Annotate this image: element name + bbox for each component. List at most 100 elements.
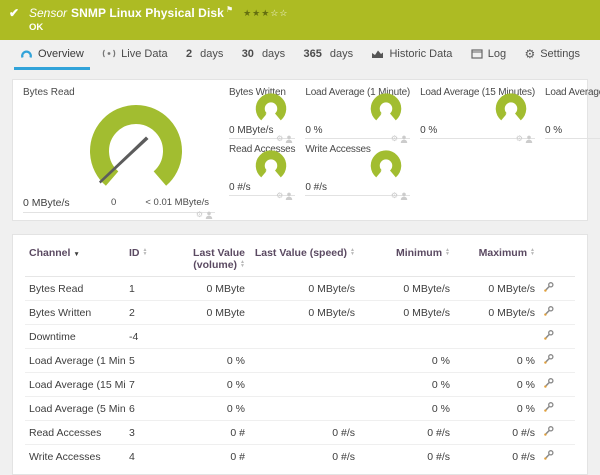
- empty-gauge-slot: [545, 144, 600, 196]
- column-header-channel[interactable]: Channel ▼: [25, 239, 125, 277]
- gauge-current-value: 0 #/s: [305, 182, 328, 193]
- gauge-needle: [265, 161, 276, 172]
- cell-id: -4: [125, 324, 167, 349]
- tab-365-days[interactable]: 365 days: [298, 40, 360, 70]
- gauge-scale-max: < 0.01 MByte/s: [145, 197, 209, 208]
- cell-last-value-speed: [249, 372, 359, 397]
- sort-icon: ▲ ▼: [530, 247, 535, 257]
- channel-settings-wrench-icon[interactable]: [543, 281, 555, 293]
- gauge-load-average-15min[interactable]: Load Average (15 Minutes) 0 % ⚙: [420, 87, 535, 143]
- gear-icon[interactable]: ⚙: [516, 135, 523, 143]
- user-icon[interactable]: [400, 135, 408, 143]
- tab-label: days: [261, 47, 286, 60]
- column-header-last-value-volume[interactable]: Last Value (volume) ▲ ▼: [167, 239, 249, 277]
- tab-2-days[interactable]: 2 days: [180, 40, 229, 70]
- channels-table: Channel ▼ ID ▲ ▼ Last Value (volume) ▲ ▼ Last…: [25, 239, 575, 468]
- cell-channel[interactable]: Bytes Read: [25, 276, 125, 301]
- log-icon: [471, 48, 483, 59]
- gauge-needle: [265, 104, 276, 115]
- column-header-minimum[interactable]: Minimum ▲ ▼: [359, 239, 454, 277]
- small-gauge-dial: [370, 150, 402, 178]
- empty-gauge-slot: [420, 144, 535, 196]
- cell-last-value-volume: [167, 324, 249, 349]
- tab-label: Live Data: [121, 47, 168, 60]
- cell-channel[interactable]: Read Accesses: [25, 420, 125, 445]
- column-header-maximum[interactable]: Maximum ▲ ▼: [454, 239, 539, 277]
- gauge-write-accesses[interactable]: Write Accesses 0 #/s ⚙: [305, 144, 411, 200]
- gear-icon[interactable]: ⚙: [196, 211, 203, 219]
- user-icon[interactable]: [400, 192, 408, 200]
- channel-settings-wrench-icon[interactable]: [543, 305, 555, 317]
- tab-label: Overview: [38, 47, 84, 60]
- gauge-current-value: 0 #/s: [229, 182, 251, 193]
- gauge-load-average-5min[interactable]: Load Average (5 Minutes) 0 % ⚙: [544, 87, 600, 139]
- channels-panel: Channel ▼ ID ▲ ▼ Last Value (volume) ▲ ▼ Last…: [12, 234, 588, 475]
- gauge-bytes-written[interactable]: Bytes Written 0 MByte/s ⚙: [229, 87, 296, 143]
- user-icon[interactable]: [205, 211, 213, 219]
- tab-30-days[interactable]: 30 days: [236, 40, 292, 70]
- live-data-icon: [102, 49, 116, 57]
- table-row[interactable]: Write Accesses 4 0 # 0 #/s 0 #/s 0 #/s: [25, 445, 575, 469]
- user-icon[interactable]: [525, 135, 533, 143]
- gauge-label: Bytes Read: [23, 87, 75, 98]
- cell-minimum: 0 %: [359, 372, 454, 397]
- cell-last-value-volume: 0 %: [167, 348, 249, 373]
- gauge-scale-min: 0: [111, 197, 117, 208]
- gauge-load-average-1min[interactable]: Load Average (1 Minute) 0 % ⚙: [305, 87, 410, 143]
- table-row[interactable]: Load Average (1 Min... 5 0 % 0 % 0 %: [25, 348, 575, 373]
- bytes-read-gauge-dial: [90, 105, 182, 186]
- tab-label: Settings: [540, 47, 580, 60]
- tab-settings[interactable]: ⚙ Settings: [518, 40, 586, 70]
- cell-id: 7: [125, 372, 167, 397]
- table-row[interactable]: Downtime -4: [25, 324, 575, 349]
- table-row[interactable]: Load Average (5 Min... 6 0 % 0 % 0 %: [25, 396, 575, 421]
- table-row[interactable]: Read Accesses 3 0 # 0 #/s 0 #/s 0 #/s: [25, 420, 575, 445]
- table-row[interactable]: Bytes Read 1 0 MByte 0 MByte/s 0 MByte/s…: [25, 276, 575, 301]
- column-header-id[interactable]: ID ▲ ▼: [125, 239, 167, 277]
- cell-channel[interactable]: Bytes Written: [25, 300, 125, 325]
- channel-settings-wrench-icon[interactable]: [543, 449, 555, 461]
- channel-settings-wrench-icon[interactable]: [543, 353, 555, 365]
- cell-channel[interactable]: Load Average (1 Min...: [25, 348, 125, 373]
- cell-maximum: 0 MByte/s: [454, 300, 539, 325]
- priority-rating[interactable]: ★★★☆☆: [243, 6, 288, 20]
- gear-icon[interactable]: ⚙: [276, 192, 283, 200]
- gauge-needle: [380, 104, 391, 115]
- cell-channel[interactable]: Load Average (15 Mi...: [25, 372, 125, 397]
- cell-channel[interactable]: Write Accesses: [25, 445, 125, 469]
- channel-settings-wrench-icon[interactable]: [543, 329, 555, 341]
- cell-last-value-speed: [249, 396, 359, 421]
- channel-settings-wrench-icon[interactable]: [543, 401, 555, 413]
- channel-settings-wrench-icon[interactable]: [543, 425, 555, 437]
- tab-label: days: [329, 47, 354, 60]
- tab-overview[interactable]: Overview: [14, 40, 90, 70]
- cell-channel[interactable]: Load Average (5 Min...: [25, 396, 125, 421]
- cell-id: 6: [125, 396, 167, 421]
- cell-maximum: 0 %: [454, 372, 539, 397]
- sort-desc-icon: ▼: [73, 251, 80, 258]
- user-icon[interactable]: [285, 135, 293, 143]
- sort-icon: ▲ ▼: [240, 259, 245, 269]
- gauge-current-value: 0 %: [420, 125, 438, 136]
- gauge-needle: [505, 104, 516, 115]
- gauge-needle: [380, 161, 391, 172]
- table-row[interactable]: Bytes Written 2 0 MByte 0 MByte/s 0 MByt…: [25, 300, 575, 325]
- table-row[interactable]: Load Average (15 Mi... 7 0 % 0 % 0 %: [25, 372, 575, 397]
- tab-historic-data[interactable]: Historic Data: [365, 40, 458, 70]
- gear-icon[interactable]: ⚙: [391, 135, 398, 143]
- gear-icon[interactable]: ⚙: [391, 192, 398, 200]
- sensor-flag-icon[interactable]: ⚑: [226, 3, 233, 17]
- gauge-read-accesses[interactable]: Read Accesses 0 #/s ⚙: [229, 144, 296, 200]
- cell-channel[interactable]: Downtime: [25, 324, 125, 349]
- gear-icon[interactable]: ⚙: [276, 135, 283, 143]
- gauge-bytes-read[interactable]: Bytes Read 0 MByte/s 0 < 0.01 MByte/s ⚙: [23, 87, 215, 219]
- tab-live-data[interactable]: Live Data: [96, 40, 173, 70]
- channel-settings-wrench-icon[interactable]: [543, 377, 555, 389]
- column-header-last-value-speed[interactable]: Last Value (speed) ▲ ▼: [249, 239, 359, 277]
- tab-log[interactable]: Log: [465, 40, 512, 70]
- user-icon[interactable]: [285, 192, 293, 200]
- small-gauge-dial: [256, 93, 287, 121]
- sort-icon: ▲ ▼: [142, 247, 148, 257]
- tab-label: days: [200, 47, 224, 60]
- tab-label: Log: [487, 47, 507, 60]
